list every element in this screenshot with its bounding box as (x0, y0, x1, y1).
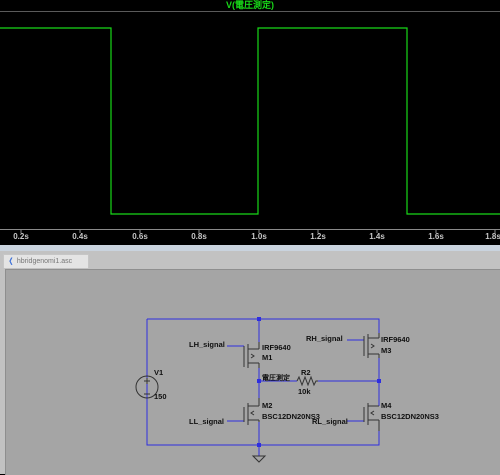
circuit-drawing (135, 317, 381, 463)
x-tick-label: 1.0s (251, 232, 267, 241)
schematic-canvas[interactable]: LH_signal LL_signal RH_signal RL_signal … (5, 269, 500, 475)
m1-model-label[interactable]: IRF9640 (262, 343, 291, 352)
m2-name-label[interactable]: M2 (262, 401, 272, 410)
m2-model-label[interactable]: BSC12DN20NS3 (262, 412, 320, 421)
mosfet-m1 (243, 342, 260, 368)
m4-model-label[interactable]: BSC12DN20NS3 (381, 412, 439, 421)
m1-name-label[interactable]: M1 (262, 353, 272, 362)
mosfet-m2 (243, 398, 260, 425)
m3-model-label[interactable]: IRF9640 (381, 335, 410, 344)
mosfet-m4 (363, 403, 380, 431)
schematic-tab-title: hbridgenomi1.asc (16, 258, 73, 265)
x-tick-label: 0.2s (13, 232, 29, 241)
m4-name-label[interactable]: M4 (381, 401, 391, 410)
resistor-r2 (296, 375, 318, 387)
x-tick-label: 1.2s (310, 232, 326, 241)
v1-name-label[interactable]: V1 (154, 368, 163, 377)
r2-name-label[interactable]: R2 (301, 368, 311, 377)
v1-value-label[interactable]: 150 (154, 392, 167, 401)
waveform-plot (0, 11, 500, 233)
x-tick-label: 1.4s (369, 232, 385, 241)
r2-value-label[interactable]: 10k (298, 387, 311, 396)
net-label-ll-signal[interactable]: LL_signal (189, 417, 224, 426)
waveform-plot-pane[interactable]: V(電圧測定) 0.2s 0.4s 0.6s 0.8s 1.0s 1.2s 1.… (0, 0, 500, 245)
measure-net-label[interactable]: 電圧測定 (262, 374, 290, 383)
schematic-file-icon: ❬ (8, 258, 14, 265)
m3-name-label[interactable]: M3 (381, 346, 391, 355)
net-label-lh-signal[interactable]: LH_signal (189, 340, 225, 349)
x-tick-label: 1.6s (428, 232, 444, 241)
x-tick-label: 0.6s (132, 232, 148, 241)
schematic-window: ❬ hbridgenomi1.asc LH_signal LL_signal R… (0, 251, 500, 475)
net-label-rh-signal[interactable]: RH_signal (306, 334, 343, 343)
x-tick-label: 0.4s (72, 232, 88, 241)
x-tick-label: 0.8s (191, 232, 207, 241)
mosfet-m3 (363, 333, 380, 358)
ground-symbol (251, 455, 267, 463)
x-tick-label: 1.8s (485, 232, 500, 241)
wires (146, 318, 380, 456)
schematic-tab[interactable]: ❬ hbridgenomi1.asc (3, 254, 89, 268)
voltage-trace (0, 27, 500, 215)
